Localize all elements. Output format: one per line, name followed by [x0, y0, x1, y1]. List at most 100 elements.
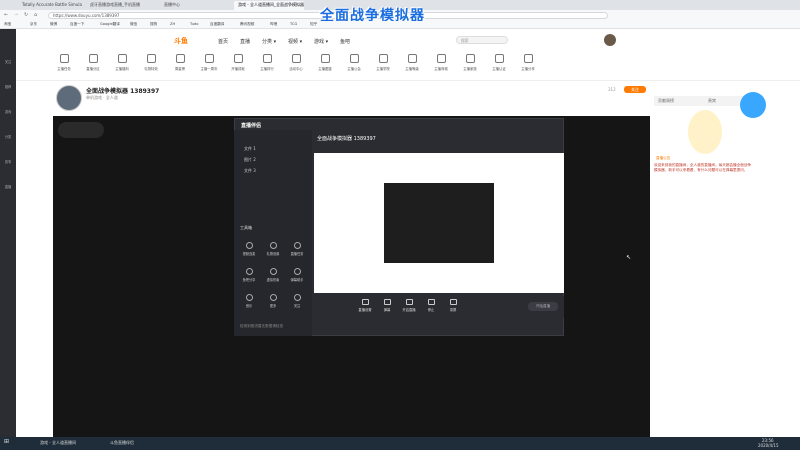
category-item[interactable]: 主播等级 — [400, 54, 424, 71]
browser-tab-active[interactable]: 游戏 - 全人道直播间_全面战争模拟器 — [234, 1, 304, 10]
category-item[interactable]: 活动中心 — [284, 54, 308, 71]
category-icon — [88, 54, 98, 63]
bookmark[interactable]: 京东 — [30, 22, 37, 27]
search-input[interactable]: 搜索 — [456, 36, 508, 44]
category-item[interactable]: 直播分区 — [81, 54, 105, 71]
follow-button[interactable]: 关注 — [624, 86, 646, 93]
browser-tab[interactable]: 直播中心 — [160, 1, 230, 10]
follower-count: 312 — [608, 87, 616, 92]
scene-item[interactable]: 文件 3 — [244, 168, 256, 174]
site-logo[interactable]: 斗鱼 — [174, 36, 188, 46]
bookmark[interactable]: TCG — [290, 22, 297, 26]
nav-category[interactable]: 分类 ▾ — [262, 38, 276, 45]
app-logo: 直播伴侣 — [241, 123, 262, 129]
sidebar-item[interactable]: 分类 — [2, 134, 14, 139]
bookmark[interactable]: 百度一下 — [70, 22, 84, 27]
nav-live[interactable]: 直播 — [240, 38, 250, 45]
category-icon — [436, 54, 446, 63]
home-icon[interactable]: ⌂ — [34, 12, 37, 18]
nested-preview — [384, 183, 494, 263]
category-item[interactable]: 礼物特效 — [139, 54, 163, 71]
tab-weekly[interactable]: 贡献周榜 — [658, 98, 674, 104]
mouse-cursor-icon: ↖ — [626, 254, 632, 261]
category-icon — [175, 54, 185, 63]
refresh-icon[interactable]: ↻ — [24, 12, 28, 18]
preview-canvas[interactable] — [314, 153, 564, 293]
category-item[interactable]: 主播商城 — [429, 54, 453, 71]
bookmark[interactable]: 微博 — [50, 22, 57, 27]
bookmark[interactable]: 淘宝 — [4, 22, 11, 27]
back-icon[interactable]: ← — [4, 12, 8, 18]
category-icon — [59, 54, 69, 63]
toolbar-icon — [427, 299, 435, 305]
nav-home[interactable]: 首页 — [218, 38, 228, 45]
toolbar-icon — [383, 299, 391, 305]
bookmark[interactable]: Tudo — [190, 22, 198, 26]
sidebar-item[interactable]: 赛事 — [2, 159, 14, 164]
start-live-button[interactable]: 开始直播 — [528, 302, 558, 311]
bookmark[interactable]: 知乎 — [310, 22, 317, 27]
bookmark[interactable]: 百度翻译 — [210, 22, 224, 27]
rank-tabs: 贡献周榜 贵宾 — [654, 96, 754, 106]
streamer-avatar[interactable] — [56, 85, 82, 111]
category-item[interactable]: 开播成就 — [226, 54, 250, 71]
category-item[interactable]: 主播公会 — [342, 54, 366, 71]
bookmark[interactable]: 微信 — [130, 22, 137, 27]
category-item[interactable]: 主播任务 — [52, 54, 76, 71]
grid-button[interactable]: 音乐 — [238, 294, 260, 308]
forward-icon[interactable]: → — [14, 12, 18, 18]
avatar[interactable] — [604, 34, 616, 46]
scene-item[interactable]: 文件 1 — [244, 146, 256, 152]
bookmark[interactable]: 哔哩 — [270, 22, 277, 27]
nav-yuba[interactable]: 鱼吧 — [340, 38, 350, 45]
category-icon — [204, 54, 214, 63]
bookmark[interactable]: ZH — [170, 22, 175, 26]
tab-vip[interactable]: 贵宾 — [708, 98, 716, 104]
grid-button[interactable]: 更多 — [262, 294, 284, 308]
floating-badge[interactable] — [740, 92, 766, 118]
grid-button[interactable]: 弹幕助手 — [286, 268, 308, 282]
start-icon[interactable]: ⊞ — [4, 438, 9, 445]
grid-button[interactable]: 直播任务 — [286, 242, 308, 256]
grid-button[interactable]: 虚拟形象 — [262, 268, 284, 282]
clock-date: 2020/4/15 — [758, 443, 779, 448]
category-icon — [262, 54, 272, 63]
sidebar-item[interactable]: 游戏 — [2, 109, 14, 114]
video-overlay-badge — [58, 122, 104, 138]
category-item[interactable]: 主播一周年 — [197, 54, 221, 71]
bookmark[interactable]: Google翻译 — [100, 22, 120, 27]
category-item[interactable]: 主播学院 — [371, 54, 395, 71]
footer-notice: 检测到推流暂无数据请检查 — [240, 324, 284, 328]
sidebar-item[interactable]: 直播 — [2, 184, 14, 189]
toolbar-button[interactable]: 停止 — [420, 299, 442, 312]
toolbar-button[interactable]: 直播设置 — [354, 299, 376, 312]
category-item[interactable]: 主播福利 — [110, 54, 134, 71]
taskbar-item[interactable]: 游戏 - 全人道直播间 — [40, 440, 76, 446]
category-item[interactable]: 主播图鉴 — [313, 54, 337, 71]
browser-tab[interactable]: Totally Accurate Battle Simulator — [18, 1, 82, 10]
grid-button[interactable]: 视频连麦 — [238, 242, 260, 256]
category-item[interactable]: 主播家族 — [458, 54, 482, 71]
taskbar-item[interactable]: 斗鱼直播伴侣 — [110, 440, 134, 446]
category-icon — [320, 54, 330, 63]
grid-button[interactable]: 关注 — [286, 294, 308, 308]
grid-button[interactable]: 礼物设置 — [262, 242, 284, 256]
toolbar-button[interactable]: 开启直播 — [398, 299, 420, 312]
browser-tab[interactable]: 虎牙直播游戏直播_手机直播 — [86, 1, 156, 10]
scene-item[interactable]: 图片 2 — [244, 157, 256, 163]
category-item[interactable]: 主播排行 — [255, 54, 279, 71]
grid-button[interactable]: 鱼吧分享 — [238, 268, 260, 282]
nav-game[interactable]: 游戏 ▾ — [314, 38, 328, 45]
nav-video[interactable]: 视频 ▾ — [288, 38, 302, 45]
category-item[interactable]: 主播分享 — [516, 54, 540, 71]
toolbar-button[interactable]: 弹幕 — [376, 299, 398, 312]
tool-icon — [293, 268, 301, 275]
sidebar-item[interactable]: 关注 — [2, 59, 14, 64]
category-item[interactable]: 周星榜 — [168, 54, 192, 71]
category-icon — [494, 54, 504, 63]
bookmark[interactable]: 腾讯视频 — [240, 22, 254, 27]
toolbar-button[interactable]: 录屏 — [442, 299, 464, 312]
sidebar-item[interactable]: 推荐 — [2, 84, 14, 89]
category-item[interactable]: 主播认证 — [487, 54, 511, 71]
bookmark[interactable]: 搜狗 — [150, 22, 157, 27]
